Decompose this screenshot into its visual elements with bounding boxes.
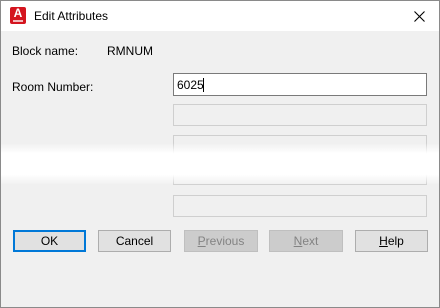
previous-button[interactable]: Previous: [184, 230, 258, 252]
help-button-mnemonic: H: [379, 234, 388, 248]
close-button[interactable]: [399, 1, 439, 31]
ok-button-label: OK: [40, 234, 59, 248]
next-button[interactable]: Next: [269, 230, 343, 252]
help-button-label: elp: [387, 234, 404, 248]
close-icon: [413, 10, 425, 22]
attribute-field-4: [173, 195, 427, 217]
help-button[interactable]: Help: [355, 230, 428, 252]
next-button-label: ext: [302, 234, 319, 248]
text-caret: [203, 78, 204, 92]
room-number-field[interactable]: [173, 73, 427, 96]
edit-attributes-dialog: A Edit Attributes Block name: RMNUM Room…: [0, 0, 440, 308]
previous-button-mnemonic: P: [197, 234, 206, 248]
previous-button-label: revious: [205, 234, 245, 248]
block-name-value: RMNUM: [107, 44, 153, 58]
redaction-band: [1, 143, 439, 185]
room-number-label: Room Number:: [12, 80, 94, 94]
block-name-label: Block name:: [12, 44, 79, 58]
window-title: Edit Attributes: [34, 9, 109, 23]
attribute-field-2: [173, 104, 427, 126]
autocad-app-icon: A: [10, 7, 26, 24]
room-number-input[interactable]: [174, 74, 426, 95]
next-button-mnemonic: N: [293, 234, 303, 248]
cancel-button[interactable]: Cancel: [98, 230, 171, 252]
ok-button[interactable]: OK: [13, 230, 86, 252]
cancel-button-label: Cancel: [115, 234, 154, 248]
title-bar: A Edit Attributes: [1, 1, 439, 31]
